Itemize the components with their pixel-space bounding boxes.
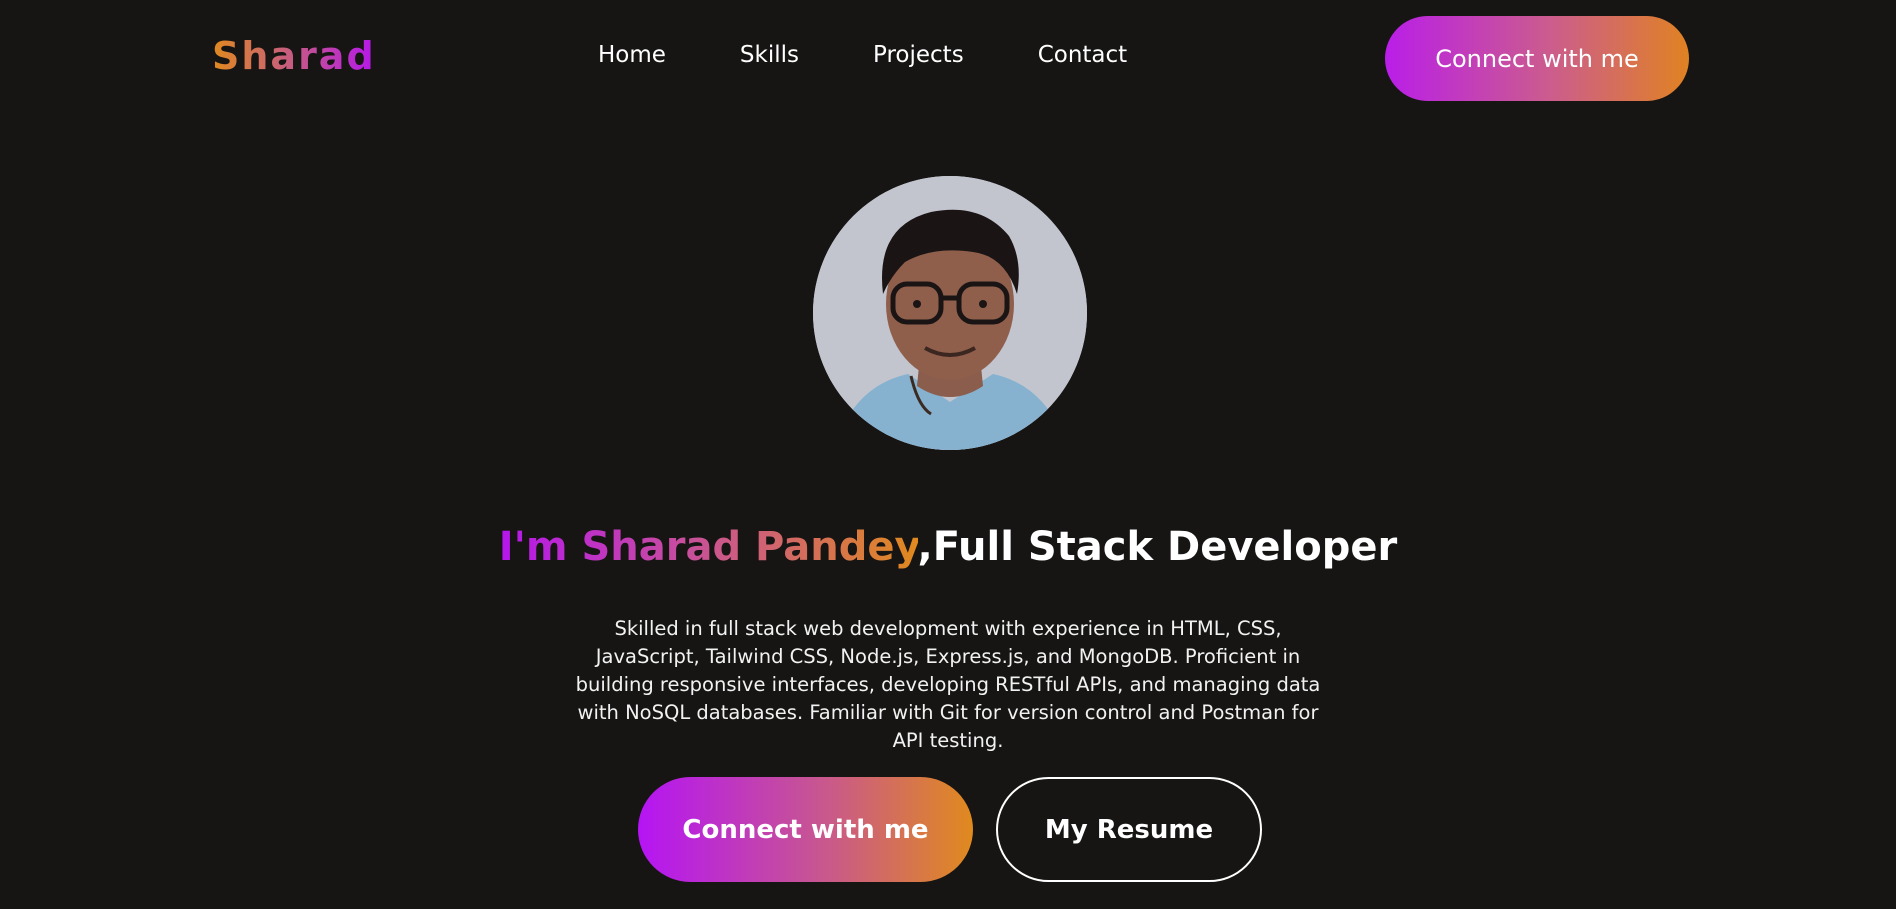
headline-comma: ,	[917, 523, 933, 570]
nav-link-projects[interactable]: Projects	[873, 42, 964, 68]
portfolio-page: Sharad Home Skills Projects Contact Conn…	[0, 0, 1896, 909]
site-logo[interactable]: Sharad	[212, 34, 376, 78]
nav-link-skills[interactable]: Skills	[740, 42, 799, 68]
hero-buttons: Connect with me My Resume	[638, 777, 1262, 882]
nav-links: Home Skills Projects Contact	[598, 42, 1127, 68]
nav-link-contact[interactable]: Contact	[1038, 42, 1127, 68]
top-navbar: Sharad Home Skills Projects Contact Conn…	[0, 0, 1896, 118]
connect-button[interactable]: Connect with me	[638, 777, 973, 882]
profile-photo-icon	[813, 176, 1087, 450]
avatar	[813, 176, 1087, 450]
resume-button[interactable]: My Resume	[996, 777, 1262, 882]
headline-name: I'm Sharad Pandey	[498, 523, 918, 570]
nav-connect-button[interactable]: Connect with me	[1385, 16, 1689, 101]
hero-headline: I'm Sharad Pandey,Full Stack Developer	[0, 524, 1896, 570]
nav-link-home[interactable]: Home	[598, 42, 666, 68]
headline-role: Full Stack Developer	[932, 523, 1398, 570]
hero-bio: Skilled in full stack web development wi…	[575, 616, 1321, 752]
